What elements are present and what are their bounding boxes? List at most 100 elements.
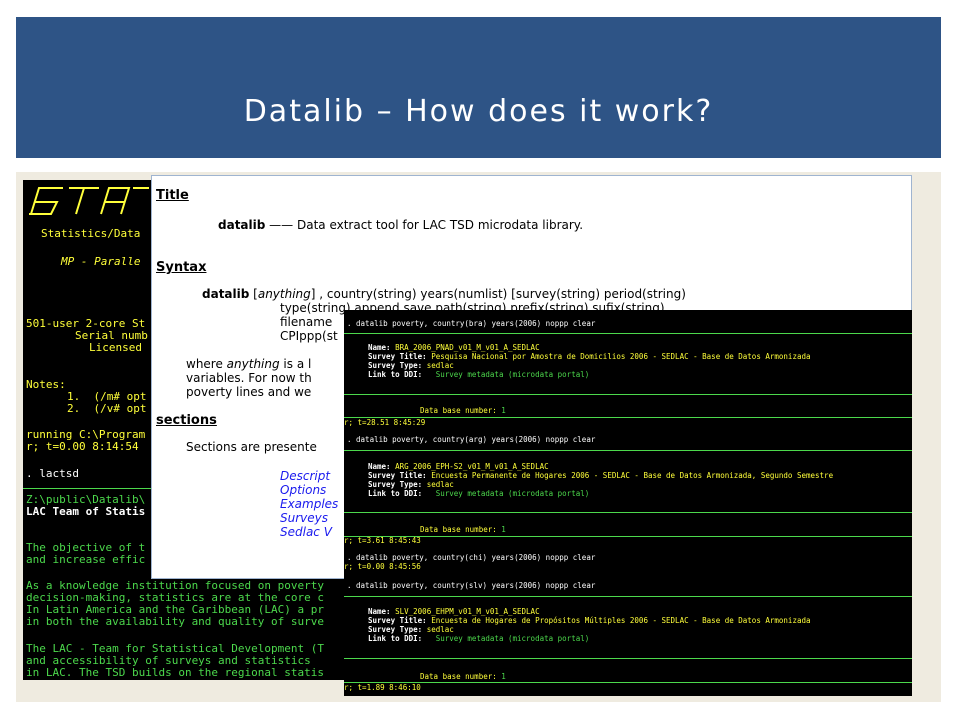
label-survey-title: Survey Title:: [368, 471, 427, 480]
where-line: where anything is a l: [186, 357, 311, 371]
output-divider: [344, 394, 912, 395]
label-ddi: Link to DDI:: [368, 370, 423, 379]
output-divider: [344, 512, 912, 513]
output-timing: r; t=3.61 8:45:43: [344, 536, 421, 545]
output-divider: [344, 417, 912, 418]
label-dbnum: Data base number:: [420, 525, 497, 534]
value-survey-type: sedlac: [426, 361, 454, 370]
variables-line: variables. For now th: [186, 371, 312, 385]
link-sedlac[interactable]: Sedlac V: [280, 525, 332, 539]
output-name-row: Name: ARG_2006_EPH-S2_v01_M_v01_A_SEDLAC: [368, 462, 549, 471]
label-dbnum: Data base number:: [420, 672, 497, 681]
output-dbnum-row: Data base number: 1: [420, 672, 506, 681]
link-ddi[interactable]: Survey metadata (microdata portal): [436, 370, 590, 379]
value-dbnum: 1: [501, 672, 506, 681]
output-divider: [344, 682, 912, 683]
output-title-row: Survey Title: Encuesta de Hogares de Pro…: [368, 616, 811, 625]
output-ddi-row: Link to DDI: Survey metadata (microdata …: [368, 370, 589, 379]
command-description: datalib —— Data extract tool for LAC TSD…: [218, 218, 583, 232]
stata-text: r; t=0.00 8:14:54: [26, 440, 139, 453]
value-survey-type: sedlac: [426, 625, 454, 634]
syntax-line-4: CPIppp(st: [280, 329, 338, 343]
command-desc-text: —— Data extract tool for LAC TSD microda…: [265, 218, 584, 232]
output-divider: [344, 450, 912, 451]
heading-sections: sections: [156, 413, 217, 428]
label-name: Name:: [368, 343, 391, 352]
syntax-anything: anything: [257, 287, 311, 301]
syntax-line-3: filename: [280, 315, 333, 329]
stata-text: in both the availability and quality of …: [26, 615, 325, 628]
stata-text: 2. (/v# opt: [67, 402, 147, 415]
output-name-row: Name: BRA_2006_PNAD_v01_M_v01_A_SEDLAC: [368, 343, 540, 352]
output-divider: [344, 333, 912, 334]
label-ddi: Link to DDI:: [368, 634, 423, 643]
output-command: . datalib poverty, country(bra) years(20…: [347, 319, 596, 328]
where-pre: where: [186, 357, 227, 371]
stata-text: in LAC. The TSD builds on the regional s…: [26, 666, 325, 679]
value-survey-title: Encuesta de Hogares de Propósitos Múltip…: [431, 616, 811, 625]
where-anything: anything: [226, 357, 280, 371]
slide-title: Datalib – How does it work?: [243, 94, 714, 129]
value-name: BRA_2006_PNAD_v01_M_v01_A_SEDLAC: [395, 343, 540, 352]
value-survey-type: sedlac: [426, 480, 454, 489]
link-options[interactable]: Options: [280, 483, 326, 497]
where-post: is a l: [279, 357, 312, 371]
output-type-row: Survey Type: sedlac: [368, 480, 454, 489]
stata-logo-icon: [29, 187, 149, 215]
label-name: Name:: [368, 462, 391, 471]
label-ddi: Link to DDI:: [368, 489, 423, 498]
value-name: ARG_2006_EPH-S2_v01_M_v01_A_SEDLAC: [395, 462, 549, 471]
label-survey-type: Survey Type:: [368, 480, 423, 489]
output-type-row: Survey Type: sedlac: [368, 361, 454, 370]
output-command: . datalib poverty, country(chi) years(20…: [347, 553, 596, 562]
link-examples[interactable]: Examples: [280, 497, 338, 511]
output-title-row: Survey Title: Pesquisa Nacional por Amos…: [368, 352, 811, 361]
value-survey-title: Encuesta Permanente de Hogares 2006 - SE…: [431, 471, 834, 480]
value-dbnum: 1: [501, 406, 506, 415]
output-divider: [344, 536, 912, 537]
link-ddi[interactable]: Survey metadata (microdata portal): [436, 634, 590, 643]
stata-text: and increase effic: [26, 553, 146, 566]
stata-command: . lactsd: [26, 467, 79, 480]
label-survey-title: Survey Title:: [368, 616, 427, 625]
link-ddi[interactable]: Survey metadata (microdata portal): [436, 489, 590, 498]
output-timing: r; t=1.89 8:46:10: [344, 683, 421, 692]
output-ddi-row: Link to DDI: Survey metadata (microdata …: [368, 634, 589, 643]
stata-text: Licensed: [89, 341, 142, 354]
stata-text: Notes:: [26, 378, 66, 391]
value-survey-title: Pesquisa Nacional por Amostra de Domicil…: [431, 352, 811, 361]
label-survey-type: Survey Type:: [368, 361, 423, 370]
link-description[interactable]: Descript: [280, 469, 330, 483]
output-command: . datalib poverty, country(slv) years(20…: [347, 581, 596, 590]
syntax-rest: ] , country(string) years(numlist) [surv…: [310, 287, 686, 301]
output-dbnum-row: Data base number: 1: [420, 525, 506, 534]
output-command: . datalib poverty, country(arg) years(20…: [347, 435, 596, 444]
stata-text: LAC Team of Statis: [26, 505, 146, 518]
stata-output-window[interactable]: . datalib poverty, country(bra) years(20…: [344, 310, 912, 696]
stata-text: Statistics/Data: [41, 227, 141, 240]
command-name: datalib: [218, 218, 266, 232]
output-timing: r; t=28.51 8:45:29: [344, 418, 426, 427]
output-type-row: Survey Type: sedlac: [368, 625, 454, 634]
label-dbnum: Data base number:: [420, 406, 497, 415]
label-survey-title: Survey Title:: [368, 352, 427, 361]
value-name: SLV_2006_EHPM_v01_M_v01_A_SEDLAC: [395, 607, 540, 616]
heading-title: Title: [156, 188, 189, 203]
label-survey-type: Survey Type:: [368, 625, 423, 634]
output-divider: [344, 658, 912, 659]
stata-text: MP - Paralle: [61, 255, 141, 268]
output-dbnum-row: Data base number: 1: [420, 406, 506, 415]
sections-text: Sections are presente: [186, 440, 317, 454]
value-dbnum: 1: [501, 525, 506, 534]
syntax-line-1: datalib [anything] , country(string) yea…: [202, 287, 686, 301]
slide-header: Datalib – How does it work?: [16, 17, 941, 158]
output-title-row: Survey Title: Encuesta Permanente de Hog…: [368, 471, 833, 480]
output-name-row: Name: SLV_2006_EHPM_v01_M_v01_A_SEDLAC: [368, 607, 540, 616]
output-divider: [344, 596, 912, 597]
heading-syntax: Syntax: [156, 260, 207, 275]
link-surveys[interactable]: Surveys: [280, 511, 328, 525]
output-timing: r; t=0.00 8:45:56: [344, 562, 421, 571]
syntax-command: datalib: [202, 287, 250, 301]
poverty-line: poverty lines and we: [186, 385, 312, 399]
label-name: Name:: [368, 607, 391, 616]
